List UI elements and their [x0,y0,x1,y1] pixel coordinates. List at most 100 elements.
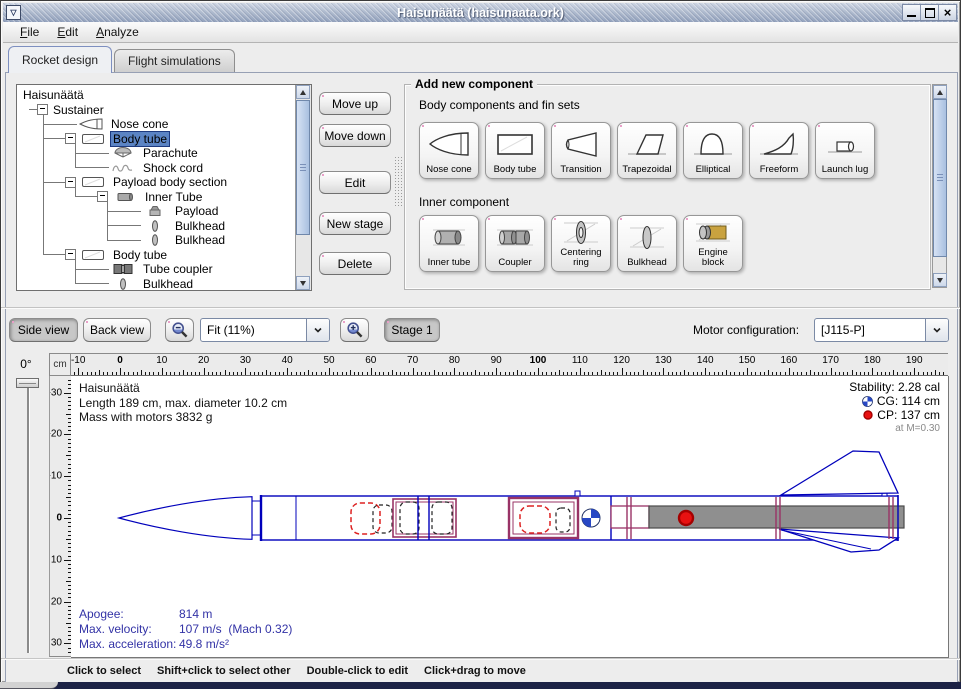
component-tree[interactable]: HaisunäätäSustainerNose coneBody tubePar… [17,85,296,290]
tree-row-bulkhead[interactable]: Bulkhead [17,277,296,291]
ruler-tick [605,372,606,375]
tab-rocket-design[interactable]: Rocket design [8,46,112,73]
app-icon[interactable]: ▽ [6,5,21,20]
scrollbar-thumb[interactable] [296,100,310,235]
menu-edit[interactable]: Edit [48,23,87,41]
tree-label[interactable]: Inner Tube [143,190,204,204]
add-transition-button[interactable]: Transition [551,122,611,179]
ruler-label: 100 [530,355,547,366]
tree-row-inner-tube[interactable]: Inner Tube [17,190,296,205]
menu-file[interactable]: File [11,23,48,41]
add-inner-tube-button[interactable]: Inner tube [419,215,479,272]
title-bar[interactable]: ▽ Haisunäätä (haisunaata.ork) × [3,3,958,22]
ruler-tick [442,372,443,375]
tree-row-bulkhead[interactable]: Bulkhead [17,233,296,248]
tab-flight-simulations[interactable]: Flight simulations [114,49,235,72]
tree-label[interactable]: Body tube [111,132,169,146]
cg-marker[interactable] [582,509,600,527]
cp-marker[interactable] [679,511,693,525]
tree-collapse-toggle[interactable] [65,133,76,144]
tree-row-shock-cord[interactable]: Shock cord [17,161,296,176]
close-button[interactable]: × [938,5,956,20]
ruler-tick [383,372,384,375]
combo-arrow-button[interactable] [925,319,948,341]
add-centering-ring-button[interactable]: Centering ring [551,215,611,272]
tree-row-nose-cone[interactable]: Nose cone [17,117,296,132]
motor-mount-tube-shape[interactable] [611,506,649,528]
tree-label[interactable]: Bulkhead [141,277,195,290]
combo-arrow-button[interactable] [306,319,329,341]
move-up-button[interactable]: Move up [319,92,391,115]
ruler-tick [856,372,857,375]
nose-cone-shape[interactable] [119,497,252,540]
ruler-label: 50 [323,355,334,366]
ruler-tick [688,372,689,375]
rotation-slider-track[interactable] [27,382,30,653]
ruler-tick [793,372,794,375]
tree-label[interactable]: Sustainer [51,103,106,117]
ruler-tick [291,372,292,375]
minimize-button[interactable] [903,5,920,20]
scroll-down-arrow[interactable] [933,273,947,287]
tree-label[interactable]: Shock cord [141,161,205,175]
tree-row-body-tube[interactable]: Body tube [17,248,296,263]
tree-row-payload-body-section[interactable]: Payload body section [17,175,296,190]
move-down-button[interactable]: Move down [319,124,391,147]
add-panel-scrollbar[interactable] [932,84,947,288]
add-engine-block-button[interactable]: Engine block [683,215,743,272]
add-bulkhead-button[interactable]: Bulkhead [617,215,677,272]
scroll-up-arrow[interactable] [296,85,310,99]
tree-collapse-toggle[interactable] [65,249,76,260]
tree-label[interactable]: Payload [173,204,220,218]
tree-label[interactable]: Haisunäätä [21,88,86,102]
fin-upper-shape[interactable] [781,451,898,495]
add-coupler-button[interactable]: Coupler [485,215,545,272]
tree-collapse-toggle[interactable] [37,104,48,115]
tree-row-body-tube[interactable]: Body tube [17,132,296,147]
tree-scrollbar[interactable] [295,85,311,290]
scroll-down-arrow[interactable] [296,276,310,290]
tree-row-payload[interactable]: Payload [17,204,296,219]
zoom-out-button[interactable] [165,318,194,342]
tree-label[interactable]: Bulkhead [173,233,227,247]
tree-label[interactable]: Nose cone [109,117,170,131]
side-view-button[interactable]: Side view [9,318,78,342]
tree-label[interactable]: Tube coupler [141,262,215,276]
tree-label[interactable]: Bulkhead [173,219,227,233]
launch-lug-shape[interactable] [575,491,580,496]
tree-label[interactable]: Payload body section [111,175,229,189]
tree-row-sustainer[interactable]: Sustainer [17,103,296,118]
rocket-view-canvas[interactable]: HaisunäätäLength 189 cm, max. diameter 1… [71,376,949,658]
add-nose-cone-button[interactable]: Nose cone [419,122,479,179]
zoom-in-button[interactable] [340,318,369,342]
stage-1-toggle[interactable]: Stage 1 [384,318,440,342]
maximize-button[interactable] [920,5,938,20]
add-trapezoidal-button[interactable]: Trapezoidal [617,122,677,179]
scroll-up-arrow[interactable] [933,85,947,99]
back-view-button[interactable]: Back view [83,318,151,342]
tree-row-parachute[interactable]: Parachute [17,146,296,161]
edit-button[interactable]: Edit [319,171,391,194]
tree-label[interactable]: Parachute [141,146,200,160]
scrollbar-thumb[interactable] [933,99,947,257]
ruler-tick [597,372,598,375]
delete-button[interactable]: Delete [319,252,391,275]
tree-collapse-toggle[interactable] [65,177,76,188]
rotation-slider-handle[interactable] [16,378,39,388]
add-freeform-button[interactable]: Freeform [749,122,809,179]
add-body-tube-button[interactable]: Body tube [485,122,545,179]
tree-row-haisunäätä[interactable]: Haisunäätä [17,88,296,103]
tree-collapse-toggle[interactable] [97,191,108,202]
flight-info-label: Apogee: [79,607,179,622]
zoom-fit-select[interactable]: Fit (11%) [200,318,330,342]
ruler-tick [538,368,539,375]
add-launch-lug-button[interactable]: Launch lug [815,122,875,179]
split-pane-divider[interactable] [394,156,402,208]
menu-analyze[interactable]: Analyze [87,23,148,41]
new-stage-button[interactable]: New stage [319,212,391,235]
add-elliptical-button[interactable]: Elliptical [683,122,743,179]
tree-row-tube-coupler[interactable]: Tube coupler [17,262,296,277]
tree-label[interactable]: Body tube [111,248,169,262]
motor-configuration-select[interactable]: [J115-P] [814,318,949,342]
tree-row-bulkhead[interactable]: Bulkhead [17,219,296,234]
